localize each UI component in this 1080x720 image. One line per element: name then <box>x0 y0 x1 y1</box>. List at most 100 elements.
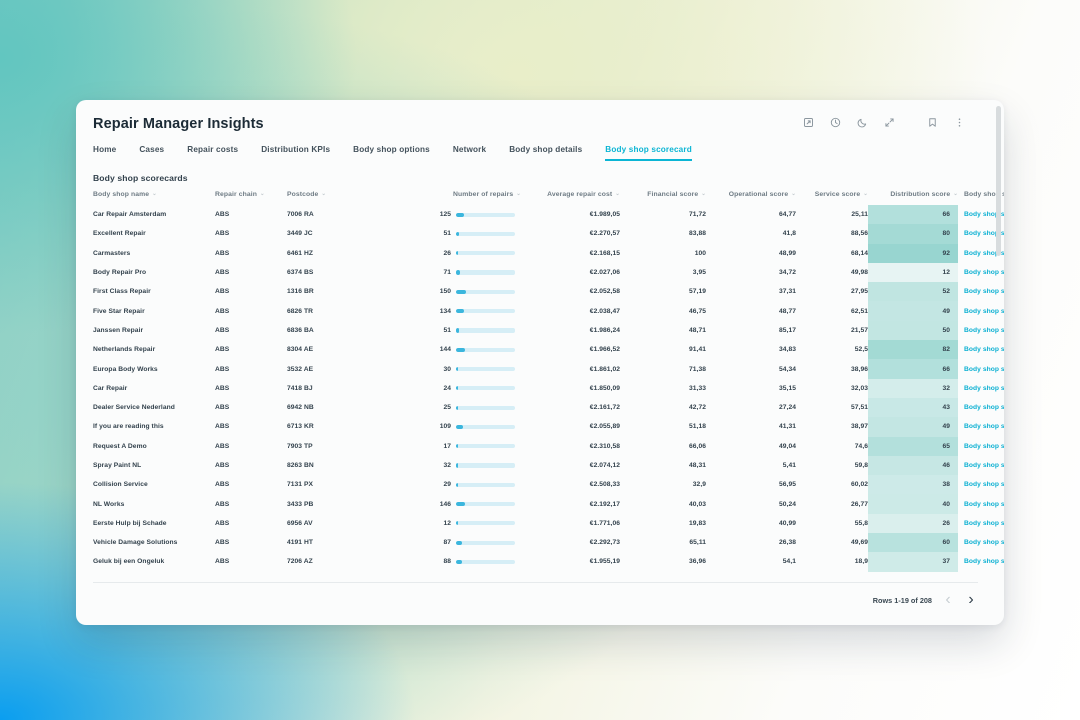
column-header-number-of-repairs[interactable]: Number of repairs ⌄ <box>373 191 521 205</box>
cell-average-repair-cost: €2.161,72 <box>589 404 620 412</box>
table-row[interactable]: NL Works ABS 3433 PB 146 €2.192,17 40,03 50,24… <box>93 494 1004 514</box>
cell-operational-score: 27,24 <box>779 404 796 412</box>
table-footer: Rows 1-19 of 208 ‹ › <box>93 582 978 608</box>
cell-body-shop-name: Collision Service <box>93 481 148 489</box>
cell-number-of-repairs: 26 <box>373 244 521 263</box>
repairs-bar-track <box>456 540 515 545</box>
repairs-bar-track <box>456 328 515 333</box>
cell-body-shop-name: Car Repair <box>93 384 128 392</box>
repairs-value: 26 <box>443 249 451 257</box>
cell-postcode: 8304 AE <box>287 346 314 354</box>
table-row[interactable]: Body Repair Pro ABS 6374 BS 71 €2.027,06 3,95… <box>93 262 1004 283</box>
repairs-bar-track <box>456 212 515 217</box>
table-row[interactable]: Request A Demo ABS 7903 TP 17 €2.310,58 66,06… <box>93 436 1004 456</box>
cell-financial-score: 66,06 <box>689 442 706 450</box>
table-row[interactable]: Carmasters ABS 6461 HZ 26 €2.168,15 100 48,99 6… <box>93 243 1004 263</box>
cell-distribution-score: 26 <box>868 513 958 534</box>
table-row[interactable]: Eerste Hulp bij Schade ABS 6956 AV 12 €1.771… <box>93 513 1004 534</box>
cell-body-shop-name: Carmasters <box>93 249 131 257</box>
external-link-icon[interactable] <box>800 114 817 131</box>
cell-repair-chain: ABS <box>215 346 230 354</box>
repairs-bar-track <box>456 444 515 449</box>
previous-page-button[interactable]: ‹ <box>941 591 955 608</box>
repairs-bar-fill <box>456 405 459 410</box>
cell-operational-score: 56,95 <box>779 481 796 489</box>
cell-number-of-repairs: 17 <box>373 437 521 456</box>
cell-financial-score: 46,75 <box>689 307 706 315</box>
repairs-value: 17 <box>443 442 451 450</box>
cell-number-of-repairs: 88 <box>373 552 521 571</box>
scrollbar-thumb[interactable] <box>996 106 1001 256</box>
cell-repair-chain: ABS <box>215 307 230 315</box>
cell-postcode: 1316 BR <box>287 288 314 296</box>
table-row[interactable]: First Class Repair ABS 1316 BR 150 €2.052,58… <box>93 282 1004 302</box>
clock-icon[interactable] <box>827 114 844 131</box>
tab-network[interactable]: Network <box>453 145 486 161</box>
cell-financial-score: 40,03 <box>689 500 706 508</box>
tab-body-shop-options[interactable]: Body shop options <box>353 145 430 161</box>
table-row[interactable]: Netherlands Repair ABS 8304 AE 144 €1.966,52… <box>93 340 1004 360</box>
next-page-button[interactable]: › <box>964 591 978 608</box>
cell-distribution-score: 80 <box>868 224 958 244</box>
tab-repair-costs[interactable]: Repair costs <box>187 145 238 161</box>
column-header-repair-chain[interactable]: Repair chain ⌄ <box>215 191 287 205</box>
app-window: Repair Manager Insights Home Cases Repai… <box>76 100 1004 625</box>
expand-icon[interactable] <box>881 114 898 131</box>
repairs-bar-track <box>456 289 515 294</box>
table-row[interactable]: Geluk bij een Ongeluk ABS 7206 AZ 88 €1.955,… <box>93 552 1004 572</box>
table-row[interactable]: If you are reading this ABS 6713 KR 109 €2.0… <box>93 417 1004 437</box>
table-row[interactable]: Car Repair ABS 7418 BJ 24 €1.850,09 31,33 35,1… <box>93 378 1004 398</box>
table-row[interactable]: Dealer Service Nederland ABS 6942 NB 25 €2.1… <box>93 397 1004 418</box>
cell-body-shop-name: Request A Demo <box>93 442 147 450</box>
column-header-financial-score[interactable]: Financial score ⌄ <box>620 191 706 205</box>
app-header: Repair Manager Insights <box>76 100 986 132</box>
cell-repair-chain: ABS <box>215 539 230 547</box>
repairs-bar-fill <box>456 366 459 372</box>
more-vertical-icon[interactable] <box>951 114 968 131</box>
cell-repair-chain: ABS <box>215 462 230 469</box>
cell-number-of-repairs: 32 <box>373 456 521 475</box>
repairs-bar-fill <box>456 444 459 449</box>
repairs-value: 30 <box>443 365 451 373</box>
repairs-bar-track <box>456 309 515 314</box>
column-header-distribution-score[interactable]: Distribution score ⌄ <box>868 191 958 205</box>
table-row[interactable]: Collision Service ABS 7131 PX 29 €2.508,33 32… <box>93 475 1004 495</box>
tab-body-shop-scorecard[interactable]: Body shop scorecard <box>605 145 692 161</box>
cell-service-score: 55,8 <box>854 519 868 527</box>
repairs-bar-fill <box>456 559 462 565</box>
column-header-average-repair-cost[interactable]: Average repair cost ⌄ <box>521 191 620 205</box>
cell-body-shop-name: Geluk bij een Ongeluk <box>93 558 165 566</box>
cell-repair-chain: ABS <box>215 288 230 296</box>
tab-body-shop-details[interactable]: Body shop details <box>509 145 582 161</box>
window-scrollbar[interactable] <box>996 106 1001 619</box>
column-header-postcode[interactable]: Postcode ⌄ <box>287 191 373 205</box>
tab-distribution-kpis[interactable]: Distribution KPIs <box>261 145 330 161</box>
cell-body-shop-name: Body Repair Pro <box>93 269 147 277</box>
column-header-operational-score[interactable]: Operational score ⌄ <box>706 191 796 205</box>
cell-body-shop-name: Car Repair Amsterdam <box>93 211 167 219</box>
table-row[interactable]: Janssen Repair ABS 6836 BA 51 €1.986,24 48,71… <box>93 320 1004 341</box>
scorecard-table-container: Body shop name ⌄ Repair chain ⌄ Postcode ⌄ Num… <box>76 183 1004 572</box>
cell-average-repair-cost: €2.168,15 <box>589 249 620 257</box>
cell-operational-score: 34,72 <box>779 269 796 277</box>
section-title: Body shop scorecards <box>93 173 188 183</box>
table-row[interactable]: Europa Body Works ABS 3532 AE 30 €1.861,02 71… <box>93 359 1004 379</box>
cell-average-repair-cost: €2.074,12 <box>589 462 620 469</box>
bookmark-icon[interactable] <box>924 114 941 131</box>
moon-icon[interactable] <box>854 114 871 131</box>
cell-operational-score: 64,77 <box>779 211 796 219</box>
cell-number-of-repairs: 146 <box>373 494 521 513</box>
cell-postcode: 7131 PX <box>287 481 314 489</box>
tab-cases[interactable]: Cases <box>139 145 164 161</box>
cell-service-score: 27,95 <box>851 288 868 296</box>
column-header-service-score[interactable]: Service score ⌄ <box>796 191 868 205</box>
cell-repair-chain: ABS <box>215 500 230 508</box>
column-header-body-shop-name[interactable]: Body shop name ⌄ <box>93 191 215 205</box>
tab-home[interactable]: Home <box>93 145 116 161</box>
table-row[interactable]: Excellent Repair ABS 3449 JC 51 €2.270,57 83,… <box>93 224 1004 244</box>
repairs-bar-fill <box>456 482 459 487</box>
table-row[interactable]: Vehicle Damage Solutions ABS 4191 HT 87 €2.2… <box>93 533 1004 553</box>
table-row[interactable]: Car Repair Amsterdam ABS 7006 RA 125 €1.989,… <box>93 205 1004 225</box>
table-row[interactable]: Spray Paint NL ABS 8263 BN 32 €2.074,12 48,31… <box>93 455 1004 476</box>
table-row[interactable]: Five Star Repair ABS 6826 TR 134 €2.038,47 46… <box>93 301 1004 321</box>
